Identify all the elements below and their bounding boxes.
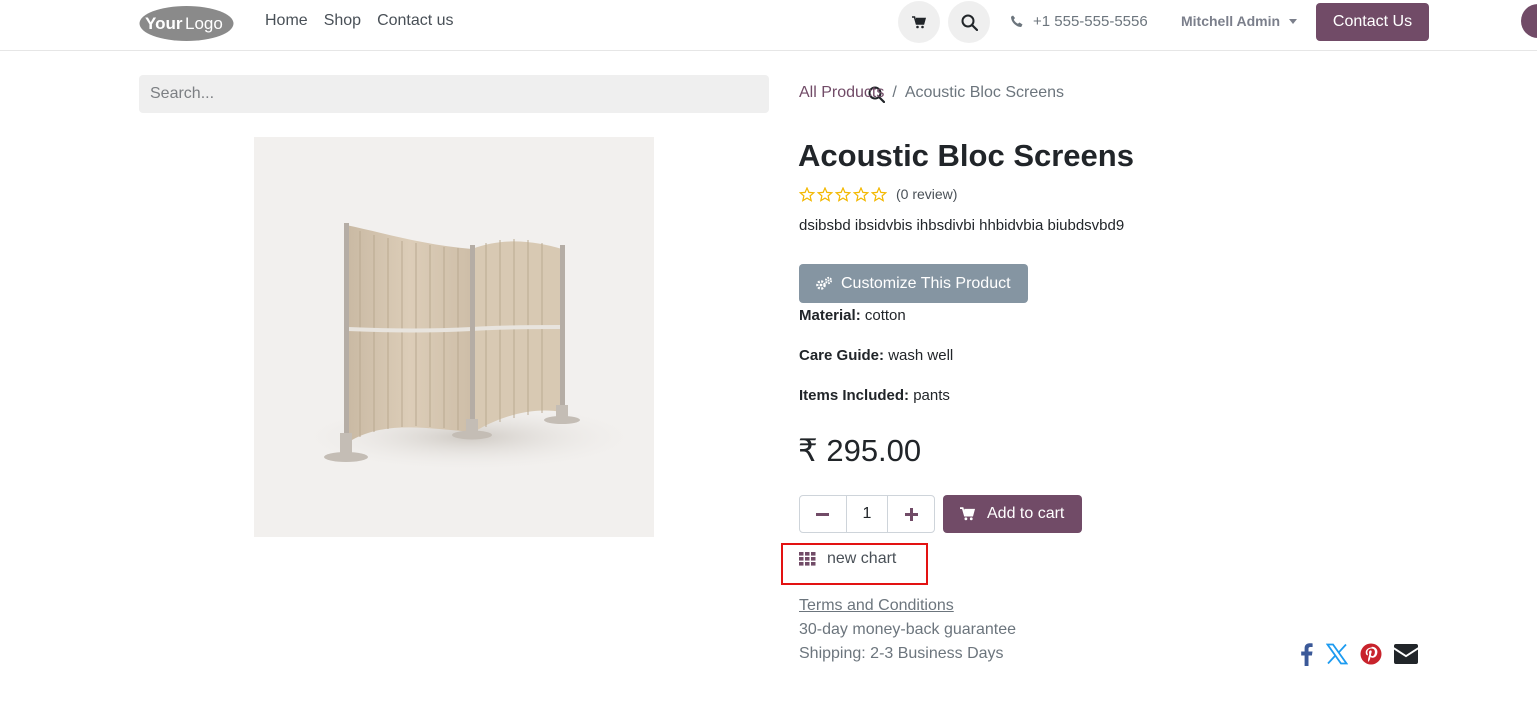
quantity-input[interactable]: 1 <box>845 496 889 532</box>
add-to-cart-label: Add to cart <box>987 505 1065 522</box>
envelope-icon[interactable] <box>1394 644 1418 664</box>
product-price: ₹ 295.00 <box>798 433 922 468</box>
quantity-increase-button[interactable] <box>888 496 934 532</box>
attribute-value: wash well <box>888 347 954 364</box>
attribute-material: Material: cotton <box>799 307 906 324</box>
product-title: Acoustic Bloc Screens <box>798 138 1134 173</box>
nav-home[interactable]: Home <box>265 12 308 30</box>
star-icon <box>853 186 869 202</box>
breadcrumb: All Products / Acoustic Bloc Screens <box>799 84 1064 102</box>
x-icon[interactable] <box>1326 643 1348 665</box>
highlight-box <box>781 543 928 585</box>
plus-icon <box>904 507 918 521</box>
attribute-value: pants <box>913 387 950 404</box>
quantity-stepper: 1 <box>799 495 935 533</box>
minus-icon <box>816 512 830 516</box>
star-icon <box>817 186 833 202</box>
site-logo[interactable]: Your Logo <box>139 5 234 42</box>
nav-shop[interactable]: Shop <box>324 12 361 30</box>
facebook-icon[interactable] <box>1298 642 1314 666</box>
product-rating[interactable]: (0 review) <box>799 186 957 202</box>
attribute-items-included: Items Included: pants <box>799 387 950 404</box>
logo-text-logo: Logo <box>185 14 223 33</box>
shipping-text: Shipping: 2-3 Business Days <box>799 645 1004 662</box>
cart-icon <box>960 507 975 521</box>
attribute-care-guide: Care Guide: wash well <box>799 347 953 364</box>
customize-product-button[interactable]: Customize This Product <box>799 264 1028 303</box>
star-icon <box>871 186 887 202</box>
rating-stars <box>799 186 887 202</box>
terms-and-conditions-link[interactable]: Terms and Conditions <box>799 597 954 615</box>
product-description: dsibsbd ibsidvbis ihbsdivbi hhbidvbia bi… <box>799 217 1125 234</box>
attribute-value: cotton <box>864 307 906 324</box>
breadcrumb-separator: / <box>892 84 897 101</box>
attribute-label: Items Included: <box>799 387 910 404</box>
contact-us-button[interactable]: Contact Us <box>1316 3 1429 41</box>
nav-contact-us[interactable]: Contact us <box>377 12 453 30</box>
caret-down-icon <box>1289 18 1298 24</box>
header-search-button[interactable] <box>948 1 990 43</box>
user-name: Mitchell Admin <box>1181 13 1281 29</box>
site-header: Your Logo Home Shop Contact us +1 555-55… <box>0 0 1537 51</box>
add-to-cart-button[interactable]: Add to cart <box>943 495 1082 533</box>
guarantee-text: 30-day money-back guarantee <box>799 621 1017 638</box>
cart-button[interactable] <box>898 1 940 43</box>
user-menu[interactable]: Mitchell Admin <box>1181 13 1298 29</box>
product-search <box>139 75 885 113</box>
star-icon <box>799 186 815 202</box>
phone-number: +1 555-555-5556 <box>1033 13 1148 30</box>
phone-contact[interactable]: +1 555-555-5556 <box>1010 13 1148 30</box>
star-icon <box>835 186 851 202</box>
quantity-decrease-button[interactable] <box>800 496 846 532</box>
attribute-label: Material: <box>799 307 861 324</box>
breadcrumb-all-products[interactable]: All Products <box>799 84 884 102</box>
cart-icon <box>912 15 926 28</box>
pinterest-icon[interactable] <box>1360 643 1382 665</box>
customize-label: Customize This Product <box>841 274 1011 292</box>
phone-icon <box>1011 15 1023 27</box>
logo-text-your: Your <box>145 14 183 33</box>
search-input[interactable] <box>139 75 719 113</box>
product-image[interactable] <box>254 137 654 537</box>
avatar[interactable] <box>1521 4 1537 38</box>
search-icon <box>961 14 978 31</box>
breadcrumb-current: Acoustic Bloc Screens <box>904 84 1065 101</box>
gears-icon <box>816 276 833 290</box>
social-share <box>1298 642 1418 666</box>
review-count: (0 review) <box>896 186 958 202</box>
main-nav: Home Shop Contact us <box>265 12 454 30</box>
attribute-label: Care Guide: <box>799 347 885 364</box>
